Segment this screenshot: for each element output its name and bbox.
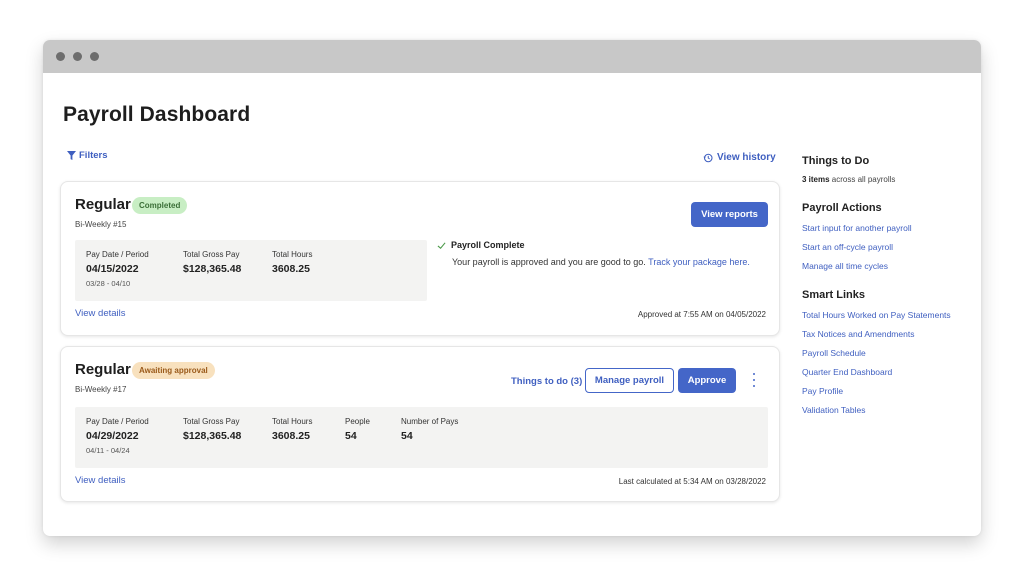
stat-gross-pay: Total Gross Pay $128,365.48 xyxy=(183,250,241,275)
payroll-cycle: Bi-Weekly #17 xyxy=(75,385,127,394)
payroll-actions-heading: Payroll Actions xyxy=(802,202,882,214)
payroll-stats: Pay Date / Period 04/29/2022 04/11 - 04/… xyxy=(75,407,768,468)
view-reports-button[interactable]: View reports xyxy=(691,202,768,227)
track-package-link[interactable]: Track your package here. xyxy=(648,257,750,267)
window-maximize-button[interactable] xyxy=(90,52,99,61)
stat-total-hours: Total Hours 3608.25 xyxy=(272,250,312,275)
payroll-cycle: Bi-Weekly #15 xyxy=(75,220,127,229)
stat-value: $128,365.48 xyxy=(183,263,242,275)
stat-value: 3608.25 xyxy=(272,430,310,442)
smart-link-payroll-schedule[interactable]: Payroll Schedule xyxy=(802,348,977,358)
items-count: 3 items xyxy=(802,175,830,184)
stat-label: Pay Date / Period xyxy=(86,250,149,259)
window-titlebar xyxy=(43,40,981,73)
stat-number-of-pays: Number of Pays 54 xyxy=(401,417,458,442)
stat-value: 54 xyxy=(345,430,357,442)
smart-link-validation-tables[interactable]: Validation Tables xyxy=(802,405,977,415)
action-start-input[interactable]: Start input for another payroll xyxy=(802,223,977,233)
stat-label: Number of Pays xyxy=(401,417,459,426)
payroll-card-awaiting: Regular Awaiting approval Bi-Weekly #17 … xyxy=(60,346,780,502)
action-manage-time-cycles[interactable]: Manage all time cycles xyxy=(802,261,977,271)
smart-link-total-hours[interactable]: Total Hours Worked on Pay Statements xyxy=(802,310,977,320)
items-count-suffix: across all payrolls xyxy=(829,175,896,184)
view-history-label: View history xyxy=(717,152,776,163)
right-sidebar: Things to Do 3 items across all payrolls… xyxy=(802,155,977,415)
manage-payroll-button[interactable]: Manage payroll xyxy=(585,368,674,393)
status-badge: Awaiting approval xyxy=(132,362,215,379)
smart-links-heading: Smart Links xyxy=(802,289,865,301)
page-title: Payroll Dashboard xyxy=(63,103,251,126)
stat-label: Total Hours xyxy=(272,417,313,426)
payroll-type: Regular xyxy=(75,361,131,378)
smart-links-section: Smart Links Total Hours Worked on Pay St… xyxy=(802,289,977,415)
approve-button[interactable]: Approve xyxy=(678,368,736,393)
message-title: Payroll Complete xyxy=(451,240,525,250)
view-history-link[interactable]: View history xyxy=(703,152,776,163)
view-details-link[interactable]: View details xyxy=(75,475,126,486)
smart-link-tax-notices[interactable]: Tax Notices and Amendments xyxy=(802,329,977,339)
message-text: Your payroll is approved and you are goo… xyxy=(452,257,649,267)
stat-value: 04/29/2022 xyxy=(86,430,139,442)
approved-timestamp: Approved at 7:55 AM on 04/05/2022 xyxy=(637,310,766,319)
stat-value: $128,365.48 xyxy=(183,430,242,442)
stat-value: 3608.25 xyxy=(272,263,310,275)
filters-label: Filters xyxy=(79,150,108,161)
stat-label: Pay Date / Period xyxy=(86,417,149,426)
stat-period: 03/28 - 04/10 xyxy=(86,279,131,288)
stat-label: Total Gross Pay xyxy=(183,417,240,426)
things-to-do-link[interactable]: Things to do (3) xyxy=(511,376,582,387)
payroll-card-completed: Regular Completed Bi-Weekly #15 Pay Date… xyxy=(60,181,780,336)
stat-label: Total Hours xyxy=(272,250,313,259)
stat-gross-pay: Total Gross Pay $128,365.48 xyxy=(183,417,241,442)
stat-total-hours: Total Hours 3608.25 xyxy=(272,417,312,442)
payroll-type: Regular xyxy=(75,196,131,213)
payroll-stats: Pay Date / Period 04/15/2022 03/28 - 04/… xyxy=(75,240,427,301)
window-close-button[interactable] xyxy=(56,52,65,61)
things-to-do-summary: 3 items across all payrolls xyxy=(802,175,977,184)
stat-value: 54 xyxy=(401,430,413,442)
smart-link-pay-profile[interactable]: Pay Profile xyxy=(802,386,977,396)
stat-label: People xyxy=(345,417,370,426)
more-vertical-icon[interactable] xyxy=(749,373,759,387)
stat-period: 04/11 - 04/24 xyxy=(86,446,130,455)
history-icon xyxy=(703,153,713,162)
last-calculated-timestamp: Last calculated at 5:34 AM on 03/28/2022 xyxy=(618,477,766,486)
app-window: Payroll Dashboard Filters View history R… xyxy=(43,40,981,536)
stat-people: People 54 xyxy=(345,417,370,442)
view-details-link[interactable]: View details xyxy=(75,308,126,319)
filter-icon xyxy=(67,151,76,160)
stat-value: 04/15/2022 xyxy=(86,263,139,275)
stat-label: Total Gross Pay xyxy=(183,250,240,259)
action-off-cycle[interactable]: Start an off-cycle payroll xyxy=(802,242,977,252)
check-icon xyxy=(437,241,446,249)
stat-pay-date: Pay Date / Period 04/15/2022 03/28 - 04/… xyxy=(86,250,149,288)
status-badge: Completed xyxy=(132,197,188,214)
window-minimize-button[interactable] xyxy=(73,52,82,61)
payroll-actions-section: Payroll Actions Start input for another … xyxy=(802,202,977,271)
things-to-do-heading: Things to Do xyxy=(802,155,870,167)
smart-link-quarter-end[interactable]: Quarter End Dashboard xyxy=(802,367,977,377)
payroll-complete-message: Payroll Complete Your payroll is approve… xyxy=(437,240,767,270)
stat-pay-date: Pay Date / Period 04/29/2022 04/11 - 04/… xyxy=(86,417,149,455)
filters-button[interactable]: Filters xyxy=(67,150,108,161)
